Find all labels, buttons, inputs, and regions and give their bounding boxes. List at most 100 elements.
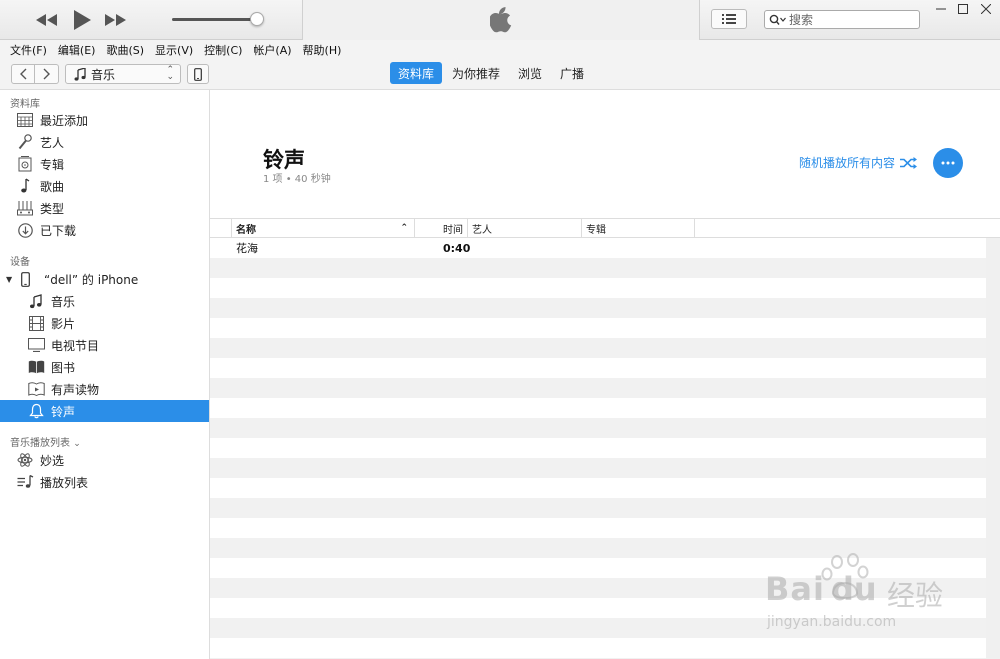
tab-browse[interactable]: 浏览 (510, 62, 550, 84)
book-icon (27, 359, 45, 375)
iphone-icon (16, 271, 34, 287)
sidebar-item-device-tv-shows[interactable]: 电视节目 (0, 334, 209, 356)
column-header-time[interactable]: 时间 (415, 219, 468, 237)
iphone-icon (194, 67, 202, 81)
ellipsis-icon (941, 161, 955, 165)
search-input[interactable] (789, 12, 909, 27)
volume-slider-knob[interactable] (250, 12, 264, 26)
calendar-grid-icon (16, 112, 34, 128)
tab-radio[interactable]: 广播 (552, 62, 592, 84)
maximize-button[interactable] (952, 2, 974, 16)
fast-forward-button[interactable] (103, 8, 129, 32)
sidebar-item-label: 类型 (40, 201, 65, 216)
column-header-album[interactable]: 专辑 (582, 219, 695, 237)
album-icon (16, 156, 34, 172)
chevron-left-icon (20, 68, 27, 80)
menu-edit[interactable]: 编辑(E) (58, 42, 96, 58)
menu-view[interactable]: 显示(V) (155, 42, 193, 58)
sidebar-item-device-movies[interactable]: 影片 (0, 312, 209, 334)
disclosure-triangle-icon[interactable]: ▼ (6, 275, 16, 284)
vertical-scrollbar[interactable] (986, 238, 1000, 659)
search-field[interactable] (764, 10, 920, 29)
list-icon (722, 14, 736, 24)
bell-icon (27, 403, 45, 419)
empty-row (210, 438, 986, 458)
menu-file[interactable]: 文件(F) (10, 42, 47, 58)
column-header-artist[interactable]: 艺人 (468, 219, 582, 237)
sidebar-item-device-tones[interactable]: 铃声 (0, 400, 209, 422)
column-header-label: 艺人 (472, 224, 492, 236)
sidebar-item-genius[interactable]: 妙选 (0, 449, 209, 471)
shuffle-all-button[interactable]: 随机播放所有内容 (799, 154, 918, 171)
sidebar: 资料库 最近添加 艺人 专辑 歌曲 类型 已下载 设备 ▼ “dell” 的 i… (0, 90, 210, 659)
fast-forward-icon (105, 14, 126, 26)
table-header-spacer (210, 219, 232, 237)
minimize-button[interactable] (930, 2, 952, 16)
rewind-button[interactable] (34, 8, 60, 32)
table-header: 名称 ⌃ 时间 艺人 专辑 (210, 218, 1000, 238)
volume-slider-track[interactable] (172, 18, 258, 21)
sidebar-item-artists[interactable]: 艺人 (0, 131, 209, 153)
sidebar-item-downloaded[interactable]: 已下载 (0, 219, 209, 241)
sidebar-item-albums[interactable]: 专辑 (0, 153, 209, 175)
sidebar-item-label: 播放列表 (40, 475, 89, 490)
sidebar-item-label: 最近添加 (40, 113, 89, 128)
film-icon (27, 315, 45, 331)
close-button[interactable] (975, 2, 997, 16)
tab-for-you[interactable]: 为你推荐 (444, 62, 508, 84)
sidebar-item-playlists[interactable]: 播放列表 (0, 471, 209, 493)
tab-library[interactable]: 资料库 (390, 62, 443, 84)
empty-row (210, 558, 986, 578)
menu-song[interactable]: 歌曲(S) (106, 42, 144, 58)
column-header-label: 时间 (443, 224, 463, 236)
sidebar-item-genres[interactable]: 类型 (0, 197, 209, 219)
sidebar-item-device-music[interactable]: 音乐 (0, 290, 209, 312)
menu-controls[interactable]: 控制(C) (204, 42, 242, 58)
sidebar-item-label: 妙选 (40, 453, 65, 468)
menu-account[interactable]: 帐户(A) (253, 42, 291, 58)
empty-row (210, 578, 986, 598)
empty-row (210, 618, 986, 638)
download-circle-icon (16, 222, 34, 238)
microphone-icon (16, 134, 34, 150)
now-playing-display (302, 0, 700, 40)
empty-row (210, 538, 986, 558)
updown-chevron-icon: ⌃ ⌄ (166, 65, 174, 82)
more-options-button[interactable] (933, 148, 963, 178)
media-kind-label: 音乐 (91, 67, 116, 82)
empty-row (210, 598, 986, 618)
empty-row (210, 638, 986, 658)
menu-help[interactable]: 帮助(H) (303, 42, 342, 58)
empty-row (210, 278, 986, 298)
sidebar-item-device-audiobooks[interactable]: 有声读物 (0, 378, 209, 400)
music-note-icon (74, 67, 86, 81)
empty-row (210, 398, 986, 418)
track-time: 0:40 (443, 241, 471, 255)
table-row[interactable]: 花海 0:40 (210, 238, 986, 258)
column-header-name[interactable]: 名称 ⌃ (232, 219, 415, 237)
empty-row (210, 258, 986, 278)
chevron-right-icon (43, 68, 50, 80)
sidebar-item-songs[interactable]: 歌曲 (0, 175, 209, 197)
sidebar-item-label: 专辑 (40, 157, 65, 172)
media-kind-select[interactable]: 音乐 ⌃ ⌄ (65, 64, 181, 84)
device-button[interactable] (187, 64, 209, 84)
music-notes-icon (27, 293, 45, 309)
up-next-button[interactable] (711, 9, 747, 29)
back-button[interactable] (11, 64, 35, 84)
title-bar (0, 0, 1000, 40)
sidebar-item-recently-added[interactable]: 最近添加 (0, 109, 209, 131)
empty-row (210, 358, 986, 378)
empty-row (210, 498, 986, 518)
library-section-header: 资料库 (10, 99, 40, 110)
forward-button[interactable] (35, 64, 59, 84)
empty-row (210, 298, 986, 318)
sidebar-device-iphone[interactable]: ▼ “dell” 的 iPhone (0, 268, 209, 290)
navigation-bar: 音乐 ⌃ ⌄ 资料库 为你推荐 浏览 广播 (0, 59, 1000, 90)
play-button[interactable] (69, 8, 95, 32)
playlists-section-header[interactable]: 音乐播放列表 ⌄ (10, 434, 81, 449)
playlist-icon (16, 474, 34, 490)
empty-row (210, 318, 986, 338)
history-buttons (11, 64, 59, 84)
sidebar-item-device-books[interactable]: 图书 (0, 356, 209, 378)
